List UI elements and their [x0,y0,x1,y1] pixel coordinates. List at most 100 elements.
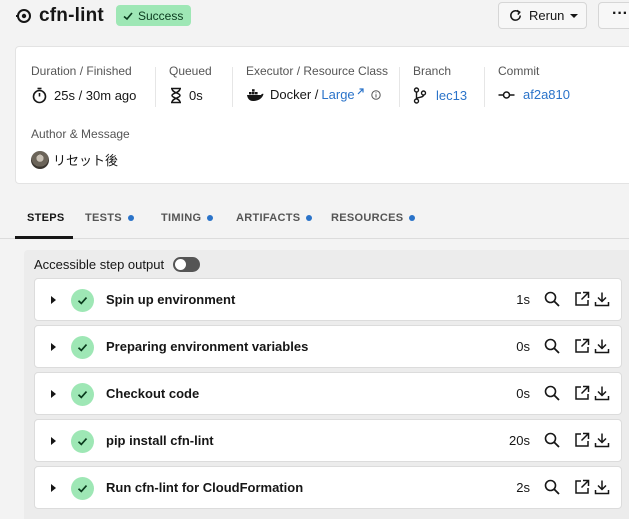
queued-cell: Queued 0s [169,64,212,104]
tab-steps[interactable]: STEPS [27,212,65,224]
expand-caret-icon[interactable] [51,390,56,398]
step-name: Run cfn-lint for CloudFormation [106,480,304,495]
author-label: Author & Message [31,127,130,141]
search-icon[interactable] [544,432,560,448]
step-name: pip install cfn-lint [106,433,214,448]
executor-value: Docker / [270,87,319,102]
rerun-label: Rerun [529,8,565,23]
branch-label: Branch [413,64,452,78]
tab-indicator-dot [306,215,313,221]
success-check-icon [71,383,94,406]
step-row[interactable]: Preparing environment variables 0s [34,325,622,368]
git-branch-icon [413,87,427,104]
divider [399,67,400,107]
tab-label: ARTIFACTS [236,212,301,224]
executor-cell: Executor / Resource Class Docker / Large [246,64,388,102]
avatar [31,150,49,169]
page-title: cfn-lint [39,5,104,26]
step-duration: 0s [516,386,530,401]
expand-caret-icon[interactable] [51,343,56,351]
open-external-icon[interactable] [574,291,590,307]
open-external-icon[interactable] [574,338,590,354]
step-duration: 2s [516,480,530,495]
tab-indicator-dot [207,215,214,221]
success-check-icon [71,477,94,500]
step-name: Spin up environment [106,292,236,307]
duration-cell: Duration / Finished 25s / 30m ago [31,64,136,104]
step-row[interactable]: Run cfn-lint for CloudFormation 2s [34,466,622,509]
search-icon[interactable] [544,338,560,354]
status-text: Success [138,8,184,23]
duration-value: 25s / 30m ago [54,88,137,103]
job-header: cfn-lint Success Rerun ··· [0,0,629,34]
docker-icon [247,88,264,101]
commit-label: Commit [498,64,540,78]
branch-link[interactable]: lec13 [436,88,467,103]
step-row[interactable]: Checkout code 0s [34,372,622,415]
toggle-label: Accessible step output [34,257,165,272]
step-duration: 20s [509,433,530,448]
accessible-output-toggle[interactable] [173,257,201,272]
tab-label: RESOURCES [331,212,404,224]
download-icon[interactable] [594,291,610,307]
success-check-icon [71,289,94,312]
open-external-icon[interactable] [574,479,590,495]
divider [155,67,156,107]
author-cell: Author & Message リセット後 [31,127,130,169]
tab-indicator-dot [127,215,134,221]
step-name: Checkout code [106,386,200,401]
tab-label: STEPS [27,212,65,224]
download-icon[interactable] [594,338,610,354]
refresh-icon [510,9,521,21]
expand-caret-icon[interactable] [51,296,56,304]
expand-caret-icon[interactable] [51,437,56,445]
tab-timing[interactable]: TIMING [161,212,214,224]
rerun-button[interactable]: Rerun [498,2,587,29]
queued-value: 0s [189,88,203,103]
job-icon [16,9,31,23]
stopwatch-icon [32,87,47,104]
tab-tests[interactable]: TESTS [85,212,134,224]
info-icon[interactable] [370,89,381,100]
tab-artifacts[interactable]: ARTIFACTS [236,212,313,224]
executor-label: Executor / Resource Class [246,64,389,78]
tab-bar: STEPS TESTS TIMING ARTIFACTS RESOURCES [0,200,629,239]
download-icon[interactable] [594,385,610,401]
step-name: Preparing environment variables [106,339,309,354]
tab-label: TIMING [161,212,202,224]
active-tab-underline [15,236,73,239]
expand-caret-icon[interactable] [51,484,56,492]
success-check-icon [71,430,94,453]
commit-link[interactable]: af2a810 [523,87,570,102]
resource-class-link[interactable]: Large [321,87,364,102]
accessible-output-row: Accessible step output [34,257,201,272]
status-badge: Success [116,5,192,26]
branch-cell: Branch lec13 [413,64,467,104]
tab-resources[interactable]: RESOURCES [331,212,416,224]
step-duration: 1s [516,292,530,307]
search-icon[interactable] [544,291,560,307]
tab-indicator-dot [409,215,416,221]
duration-label: Duration / Finished [31,64,132,78]
step-duration: 0s [516,339,530,354]
queued-label: Queued [169,64,212,78]
more-options-button[interactable]: ··· [598,2,629,29]
job-details-card: Duration / Finished 25s / 30m ago Queued… [15,46,629,184]
step-row[interactable]: pip install cfn-lint 20s [34,419,622,462]
search-icon[interactable] [544,385,560,401]
divider [232,67,233,107]
resource-class-text: Large [321,87,355,102]
download-icon[interactable] [594,432,610,448]
search-icon[interactable] [544,479,560,495]
git-commit-icon [498,90,515,99]
tab-label: TESTS [85,212,122,224]
hourglass-icon [171,87,181,104]
step-row[interactable]: Spin up environment 1s [34,278,622,321]
open-external-icon[interactable] [574,385,590,401]
commit-cell: Commit af2a810 [498,64,570,102]
open-external-icon[interactable] [574,432,590,448]
divider [484,67,485,107]
check-icon [123,11,133,20]
chevron-down-icon [570,13,579,18]
download-icon[interactable] [594,479,610,495]
